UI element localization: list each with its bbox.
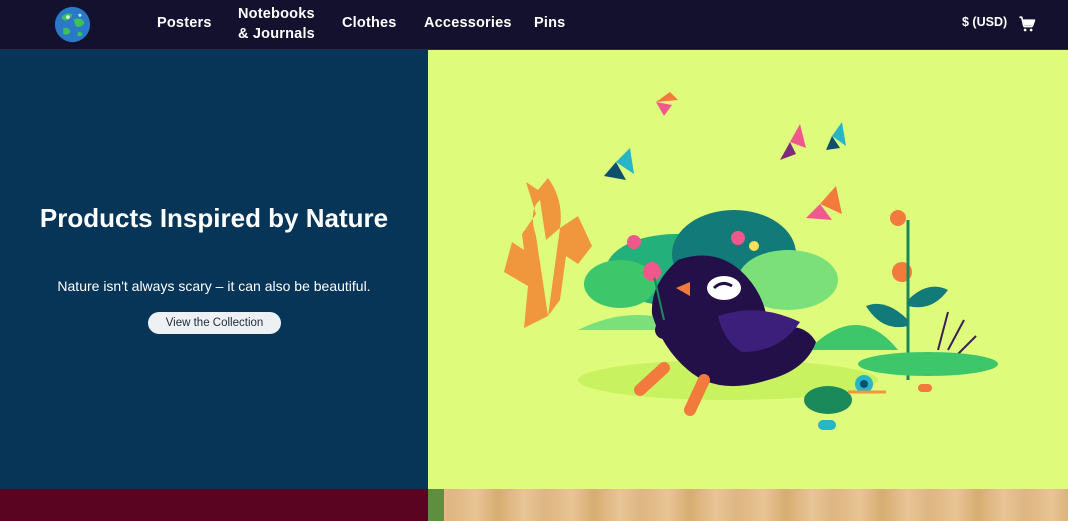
hero-subtitle: Nature isn't always scary – it can also … — [57, 278, 371, 294]
next-section-right-strip — [428, 489, 1068, 521]
view-collection-button[interactable]: View the Collection — [148, 312, 281, 334]
nav-item-clothes[interactable]: Clothes — [342, 13, 397, 33]
currency-selector[interactable]: $ (USD) — [962, 15, 1007, 29]
shopping-cart-icon[interactable] — [1018, 15, 1036, 33]
butterfly-icon — [604, 92, 846, 220]
nav-item-posters[interactable]: Posters — [157, 13, 212, 33]
top-navigation-bar: Posters Notebooks & Journals Clothes Acc… — [0, 0, 1068, 50]
next-section-left-strip — [0, 489, 428, 521]
nav-item-pins[interactable]: Pins — [534, 13, 565, 33]
nav-item-notebooks-journals[interactable]: Notebooks & Journals — [238, 4, 328, 44]
hero-title: Products Inspired by Nature — [39, 203, 389, 233]
globe-logo-icon[interactable] — [54, 6, 91, 43]
hero-text-panel — [0, 50, 428, 489]
nature-bird-illustration — [504, 92, 998, 430]
nav-item-accessories[interactable]: Accessories — [424, 13, 512, 33]
hero-image-panel — [428, 50, 1068, 489]
leaf-edge — [428, 489, 444, 521]
